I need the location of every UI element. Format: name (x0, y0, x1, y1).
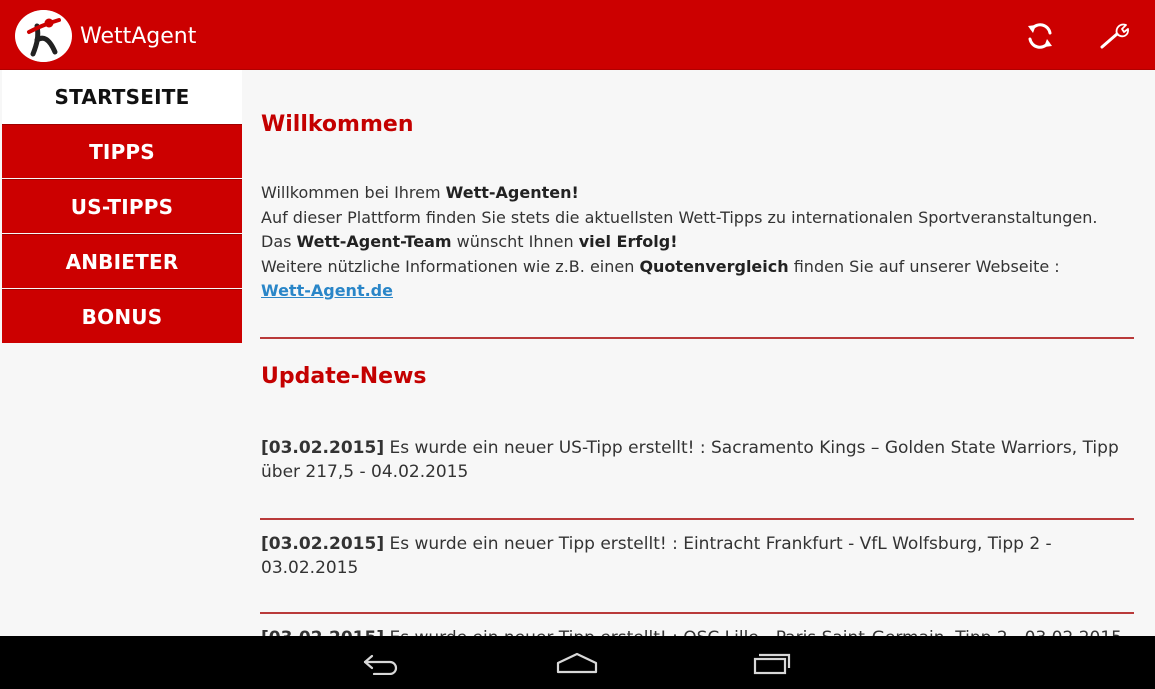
news-date: [03.02.2015] (261, 438, 385, 458)
system-nav-bar (0, 636, 1155, 689)
news-item[interactable]: [03.02.2015] Es wurde ein neuer Tipp ers… (261, 626, 1141, 636)
news-text: Es wurde ein neuer US-Tipp erstellt! : S… (261, 438, 1119, 482)
sidebar-item-startseite[interactable]: STARTSEITE (2, 70, 242, 124)
home-icon (556, 652, 598, 674)
recent-apps-icon (753, 653, 791, 675)
sidebar-item-tipps[interactable]: TIPPS (2, 124, 242, 178)
news-date: [03.02.2015] (261, 534, 385, 554)
divider (260, 518, 1134, 520)
bold-text: Wett-Agenten! (445, 183, 579, 202)
action-bar: WettAgent (0, 0, 1155, 70)
sidebar-item-anbieter[interactable]: ANBIETER (2, 234, 242, 288)
welcome-line-2: Auf dieser Plattform finden Sie stets di… (261, 207, 1098, 227)
sidebar-item-label: STARTSEITE (54, 85, 190, 109)
news-date: [03.02.2015] (261, 628, 384, 636)
website-link[interactable]: Wett-Agent.de (261, 281, 393, 300)
text: Weitere nützliche Informationen wie z.B.… (261, 256, 640, 276)
text: wünscht Ihnen (451, 232, 579, 251)
welcome-line-4: Weitere nützliche Informationen wie z.B.… (261, 255, 1141, 280)
sidebar-item-bonus[interactable]: BONUS (2, 289, 242, 343)
bold-text: Quotenvergleich (639, 256, 789, 276)
logo-icon (17, 10, 70, 62)
refresh-icon (1028, 23, 1052, 49)
sidebar-item-label: US-TIPPS (70, 194, 174, 219)
text: Das (261, 232, 297, 251)
app-title: WettAgent (80, 24, 197, 49)
news-text: Es wurde ein neuer Tipp erstellt! : OSC … (384, 628, 1121, 636)
welcome-text: Willkommen bei Ihrem Wett-Agenten! Auf d… (261, 181, 1141, 304)
welcome-line-3: Das Wett-Agent-Team wünscht Ihnen viel E… (261, 230, 1141, 255)
sidebar: STARTSEITE TIPPS US-TIPPS ANBIETER BONUS (0, 70, 242, 636)
sidebar-item-us-tipps[interactable]: US-TIPPS (2, 179, 242, 233)
sidebar-item-label: BONUS (81, 304, 163, 329)
home-button[interactable] (553, 650, 601, 676)
welcome-heading: Willkommen (261, 112, 414, 137)
text: finden Sie auf unserer Webseite : (788, 256, 1060, 276)
back-button[interactable] (358, 650, 406, 676)
news-item[interactable]: [03.02.2015] Es wurde ein neuer US-Tipp … (261, 436, 1141, 484)
app-window: WettAgent STARTSEITE TIPPS US-TIPPS ANBI… (0, 0, 1155, 636)
content-panel[interactable]: Willkommen Willkommen bei Ihrem Wett-Age… (242, 70, 1155, 636)
divider (260, 337, 1134, 339)
back-icon (363, 654, 398, 675)
bold-text: Wett-Agent-Team (296, 232, 452, 251)
app-logo[interactable] (15, 10, 72, 62)
welcome-line-1: Willkommen bei Ihrem Wett-Agenten! (261, 181, 1141, 206)
settings-button[interactable] (1097, 18, 1133, 54)
divider (260, 612, 1134, 614)
text: Willkommen bei Ihrem (261, 183, 446, 202)
sidebar-item-label: TIPPS (89, 139, 155, 164)
recent-apps-button[interactable] (748, 650, 796, 676)
news-item[interactable]: [03.02.2015] Es wurde ein neuer Tipp ers… (261, 532, 1141, 580)
sidebar-item-label: ANBIETER (65, 249, 179, 274)
wrench-icon (1100, 23, 1129, 49)
bold-text: viel Erfolg! (578, 232, 678, 251)
news-heading: Update-News (261, 364, 427, 389)
refresh-button[interactable] (1022, 18, 1058, 54)
